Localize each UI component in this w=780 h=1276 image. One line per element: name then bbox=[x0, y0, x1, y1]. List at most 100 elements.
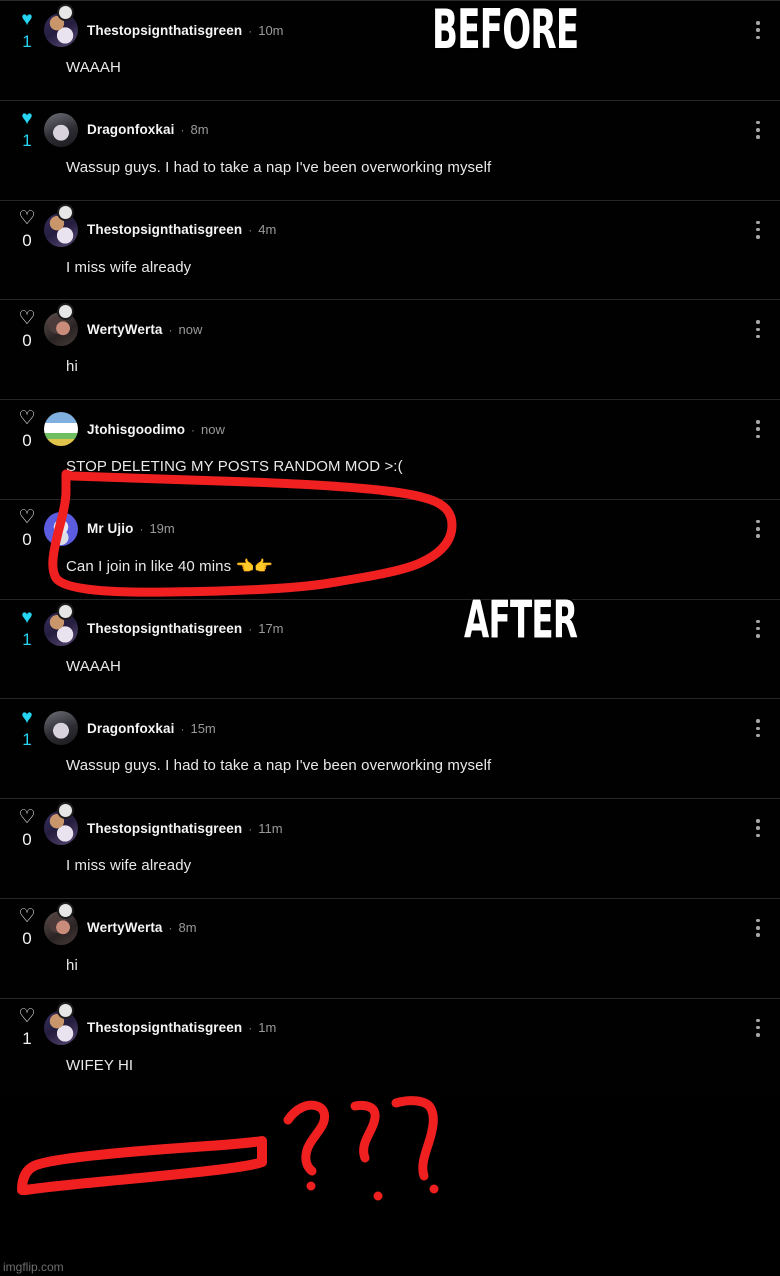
like-count: 1 bbox=[22, 131, 32, 151]
avatar[interactable] bbox=[44, 711, 78, 746]
avatar-image bbox=[44, 112, 78, 147]
comment-text: I miss wife already bbox=[66, 857, 192, 874]
status-dot-icon bbox=[59, 604, 72, 618]
comment-header: ♡ 0 Jtohisgoodimo · now bbox=[0, 400, 780, 458]
heart-outline-icon[interactable]: ♡ bbox=[18, 209, 35, 229]
heart-filled-icon[interactable]: ♥ bbox=[21, 109, 32, 129]
username[interactable]: Jtohisgoodimo bbox=[87, 422, 185, 437]
avatar[interactable] bbox=[44, 903, 78, 945]
avatar[interactable] bbox=[44, 305, 78, 347]
comment-item: ♡ 0 WertyWerta · now hi bbox=[0, 299, 780, 399]
timestamp: 11m bbox=[258, 820, 283, 836]
like-control[interactable]: ♡ 0 bbox=[10, 808, 44, 849]
comment-item: ♡ 0 WertyWerta · 8m hi bbox=[0, 897, 780, 998]
status-dot-icon bbox=[59, 6, 72, 19]
more-options-icon[interactable] bbox=[749, 617, 767, 641]
username[interactable]: Dragonfoxkai bbox=[87, 721, 174, 736]
like-count: 0 bbox=[22, 231, 32, 250]
more-options-icon[interactable] bbox=[749, 417, 767, 441]
more-options-icon[interactable] bbox=[749, 816, 767, 840]
like-control[interactable]: ♡ 0 bbox=[10, 209, 44, 250]
red-underline-annotation bbox=[17, 1136, 267, 1195]
username[interactable]: Thestopsignthatisgreen bbox=[87, 23, 242, 38]
heart-filled-icon[interactable]: ♥ bbox=[21, 10, 32, 30]
meta-separator: · bbox=[248, 223, 253, 237]
avatar[interactable] bbox=[44, 412, 78, 446]
heart-outline-icon[interactable]: ♡ bbox=[18, 309, 35, 329]
comment-header: ♡ 0 Thestopsignthatisgreen · 11m bbox=[0, 799, 780, 857]
like-control[interactable]: ♡ 0 bbox=[10, 309, 44, 350]
comment-meta: Thestopsignthatisgreen · 4m bbox=[87, 222, 276, 237]
comment-header: ♡ 0 WertyWerta · now bbox=[0, 300, 780, 358]
username[interactable]: Thestopsignthatisgreen bbox=[87, 1020, 242, 1035]
avatar[interactable] bbox=[44, 6, 78, 47]
heart-outline-icon[interactable]: ♡ bbox=[18, 808, 35, 828]
more-options-icon[interactable] bbox=[749, 317, 767, 341]
avatar[interactable] bbox=[44, 604, 78, 646]
timestamp: now bbox=[178, 321, 203, 337]
username[interactable]: WertyWerta bbox=[87, 322, 163, 337]
username[interactable]: WertyWerta bbox=[87, 920, 163, 935]
avatar-image bbox=[44, 412, 78, 446]
heart-outline-icon[interactable]: ♡ bbox=[18, 409, 35, 429]
more-options-icon[interactable] bbox=[749, 18, 767, 42]
more-options-icon[interactable] bbox=[749, 1016, 767, 1040]
avatar-image bbox=[44, 811, 78, 845]
heart-filled-icon[interactable]: ♥ bbox=[21, 608, 32, 628]
comment-item: ♥ 1 Dragonfoxkai · 8m Wassup guys. I had to t… bbox=[0, 99, 780, 200]
like-control[interactable]: ♡ 0 bbox=[10, 409, 44, 450]
comment-text: I miss wife already bbox=[66, 258, 192, 276]
username[interactable]: Thestopsignthatisgreen bbox=[87, 222, 242, 237]
status-dot-icon bbox=[59, 903, 72, 917]
avatar[interactable] bbox=[44, 112, 78, 147]
avatar-image bbox=[44, 13, 78, 47]
like-control[interactable]: ♡ 1 bbox=[10, 1007, 44, 1048]
timestamp: 4m bbox=[258, 222, 277, 237]
more-options-icon[interactable] bbox=[749, 517, 767, 541]
status-dot-icon bbox=[59, 804, 72, 817]
avatar[interactable] bbox=[44, 511, 78, 546]
meme-image: ♥ 1 Thestopsignthatisgreen · 10m WAAAH ♥ 1 Drago… bbox=[0, 0, 780, 1276]
red-question-mark-2 bbox=[350, 1100, 380, 1163]
comment-item: ♡ 0 Thestopsignthatisgreen · 4m I miss wife a… bbox=[0, 199, 780, 300]
avatar[interactable] bbox=[44, 804, 78, 845]
comment-item: ♥ 1 Thestopsignthatisgreen · 17m WAAAH bbox=[0, 598, 780, 699]
meta-separator: · bbox=[248, 622, 253, 636]
timestamp: 8m bbox=[178, 920, 197, 936]
like-control[interactable]: ♡ 0 bbox=[10, 508, 44, 549]
more-options-icon[interactable] bbox=[749, 716, 767, 740]
username[interactable]: Mr Ujio bbox=[87, 521, 133, 536]
like-control[interactable]: ♥ 1 bbox=[10, 109, 44, 150]
meta-separator: · bbox=[168, 322, 173, 337]
more-options-icon[interactable] bbox=[749, 118, 767, 142]
like-control[interactable]: ♥ 1 bbox=[10, 608, 44, 649]
heart-outline-icon[interactable]: ♡ bbox=[18, 907, 35, 927]
like-control[interactable]: ♡ 0 bbox=[10, 907, 44, 948]
heart-filled-icon[interactable]: ♥ bbox=[21, 708, 32, 728]
avatar-image bbox=[44, 312, 78, 347]
avatar[interactable] bbox=[44, 205, 78, 247]
like-count: 0 bbox=[22, 929, 32, 949]
like-count: 1 bbox=[22, 31, 32, 51]
comment-meta: WertyWerta · 8m bbox=[87, 920, 197, 935]
like-control[interactable]: ♥ 1 bbox=[10, 10, 44, 51]
avatar[interactable] bbox=[44, 1003, 78, 1045]
comment-header: ♡ 1 Thestopsignthatisgreen · 1m bbox=[0, 999, 780, 1057]
comment-item: ♥ 1 Dragonfoxkai · 15m Wassup guys. I had to … bbox=[0, 698, 780, 798]
heart-outline-icon[interactable]: ♡ bbox=[18, 1007, 35, 1027]
comment-item: ♡ 0 Jtohisgoodimo · now STOP DELETING MY POST… bbox=[0, 399, 780, 499]
comment-meta: Thestopsignthatisgreen · 11m bbox=[87, 821, 283, 836]
comment-item: ♥ 1 Thestopsignthatisgreen · 10m WAAAH bbox=[0, 0, 780, 100]
more-options-icon[interactable] bbox=[749, 218, 767, 242]
like-count: 0 bbox=[22, 530, 32, 550]
like-control[interactable]: ♥ 1 bbox=[10, 708, 44, 749]
red-question-dot-1 bbox=[306, 1181, 316, 1191]
heart-outline-icon[interactable]: ♡ bbox=[18, 508, 35, 528]
timestamp: 10m bbox=[258, 22, 284, 38]
username[interactable]: Dragonfoxkai bbox=[87, 122, 174, 137]
status-dot-icon bbox=[59, 205, 72, 219]
more-options-icon[interactable] bbox=[749, 916, 767, 940]
username[interactable]: Thestopsignthatisgreen bbox=[87, 821, 242, 836]
username[interactable]: Thestopsignthatisgreen bbox=[87, 621, 242, 636]
like-count: 0 bbox=[22, 330, 32, 350]
